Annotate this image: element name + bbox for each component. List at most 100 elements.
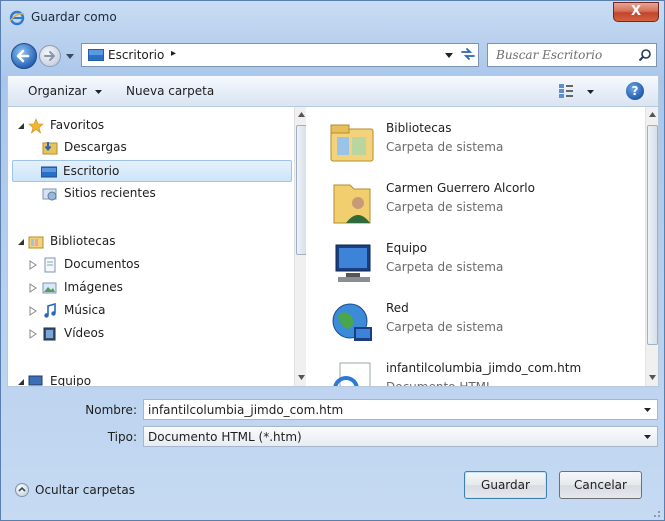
- address-location[interactable]: Escritorio: [108, 48, 164, 62]
- file-type-value[interactable]: Documento HTML (*.htm): [148, 430, 302, 444]
- back-button[interactable]: [11, 43, 37, 69]
- nav-scrollbar[interactable]: [294, 107, 306, 386]
- computer-icon: [335, 244, 371, 282]
- file-name: infantilcolumbia_jimdo_com.htm: [386, 361, 582, 375]
- organize-menu[interactable]: Organizar: [28, 84, 87, 98]
- file-name: Red: [386, 301, 409, 315]
- scroll-down-icon[interactable]: [298, 375, 305, 380]
- collapsed-triangle-icon[interactable]: [28, 283, 38, 293]
- nav-item-label: Descargas: [64, 140, 127, 154]
- list-item[interactable]: Red Carpeta de sistema: [322, 293, 642, 351]
- nav-item-music[interactable]: Música: [38, 300, 288, 322]
- nav-libraries[interactable]: Bibliotecas: [24, 231, 284, 253]
- desktop-icon: [41, 166, 57, 178]
- arrow-right-icon: [44, 51, 55, 61]
- chevron-down-icon[interactable]: [644, 435, 651, 439]
- file-name: Carmen Guerrero Alcorlo: [386, 181, 535, 195]
- list-item[interactable]: Carmen Guerrero Alcorlo Carpeta de siste…: [322, 173, 642, 231]
- new-folder-button[interactable]: Nueva carpeta: [126, 84, 214, 98]
- save-button[interactable]: Guardar: [464, 471, 547, 499]
- file-list: Bibliotecas Carpeta de sistema Carmen Gu…: [306, 107, 659, 387]
- command-toolbar: Organizar Nueva carpeta ?: [7, 75, 659, 107]
- nav-item-recent-places[interactable]: Sitios recientes: [38, 183, 288, 205]
- nav-item-label: Música: [64, 303, 106, 317]
- nav-item-downloads[interactable]: Descargas: [38, 137, 288, 159]
- star-icon: [28, 118, 44, 134]
- html-document-icon: [333, 362, 371, 386]
- nav-item-label: Vídeos: [64, 326, 105, 340]
- recent-places-icon: [42, 188, 57, 201]
- resize-grip-icon[interactable]: [649, 506, 661, 518]
- file-type: Carpeta de sistema: [386, 260, 504, 274]
- documents-icon: [44, 257, 56, 273]
- breadcrumb-separator[interactable]: ▸: [171, 48, 176, 59]
- nav-libraries-label: Bibliotecas: [50, 234, 116, 248]
- nav-favorites[interactable]: Favoritos: [24, 115, 284, 137]
- close-button[interactable]: X: [613, 2, 659, 22]
- collapsed-triangle-icon[interactable]: [28, 329, 38, 339]
- nav-item-videos[interactable]: Vídeos: [38, 323, 288, 345]
- caret-down-icon[interactable]: [95, 90, 102, 94]
- collapsed-triangle-icon[interactable]: [28, 260, 38, 270]
- arrow-left-icon: [16, 49, 30, 63]
- scroll-down-icon[interactable]: [649, 375, 656, 380]
- file-name: Bibliotecas: [386, 121, 452, 135]
- libraries-icon: [28, 236, 44, 249]
- type-label: Tipo:: [107, 430, 137, 444]
- save-as-dialog: Guardar como X Escritorio ▸ Buscar Escri…: [0, 0, 665, 521]
- ie-icon: [9, 10, 25, 26]
- chevron-down-icon[interactable]: [444, 52, 454, 60]
- file-type: Documento HTML: [386, 380, 493, 387]
- help-button[interactable]: ?: [626, 82, 644, 100]
- downloads-folder-icon: [42, 142, 58, 155]
- nav-item-desktop[interactable]: Escritorio: [12, 160, 292, 182]
- computer-icon: [28, 375, 43, 386]
- nav-item-label: Documentos: [64, 257, 140, 271]
- scroll-up-icon[interactable]: [298, 112, 305, 117]
- recent-pages-dropdown-icon[interactable]: [63, 51, 77, 63]
- title-bar[interactable]: Guardar como X: [1, 1, 664, 37]
- nav-favorites-label: Favoritos: [50, 118, 105, 132]
- nav-item-pictures[interactable]: Imágenes: [38, 277, 288, 299]
- nav-item-label: Imágenes: [64, 280, 123, 294]
- nav-computer[interactable]: Equipo: [24, 371, 284, 387]
- libraries-icon: [330, 124, 374, 162]
- nav-item-label: Escritorio: [63, 164, 120, 178]
- cancel-button[interactable]: Cancelar: [559, 471, 642, 499]
- hide-folders-label[interactable]: Ocultar carpetas: [35, 483, 135, 497]
- desktop-icon: [88, 49, 104, 61]
- filename-label: Nombre:: [85, 403, 137, 417]
- nav-item-label: Sitios recientes: [64, 186, 156, 200]
- music-icon: [44, 303, 56, 318]
- list-item[interactable]: Bibliotecas Carpeta de sistema: [322, 113, 642, 171]
- scroll-up-icon[interactable]: [649, 112, 656, 117]
- network-icon: [332, 303, 372, 341]
- address-bar[interactable]: Escritorio ▸: [81, 43, 479, 67]
- nav-computer-label: Equipo: [50, 374, 92, 387]
- scrollbar-thumb[interactable]: [296, 125, 306, 255]
- list-item[interactable]: infantilcolumbia_jimdo_com.htm Documento…: [322, 353, 642, 387]
- forward-button[interactable]: [39, 45, 61, 67]
- collapsed-triangle-icon[interactable]: [28, 306, 38, 316]
- chevron-down-icon[interactable]: [644, 408, 651, 412]
- file-type-select[interactable]: Documento HTML (*.htm): [143, 426, 658, 447]
- file-name: Equipo: [386, 241, 428, 255]
- nav-item-documents[interactable]: Documentos: [38, 254, 288, 276]
- window-title: Guardar como: [31, 10, 117, 24]
- refresh-icon[interactable]: [460, 46, 476, 62]
- videos-icon: [43, 327, 56, 341]
- navigation-pane: Favoritos Descargas Escritorio Sitios re…: [7, 107, 306, 387]
- filename-value[interactable]: infantilcolumbia_jimdo_com.htm: [148, 403, 343, 417]
- caret-down-icon[interactable]: [587, 90, 594, 94]
- search-input[interactable]: Buscar Escritorio: [487, 43, 657, 67]
- view-options-icon[interactable]: [559, 83, 573, 99]
- chevron-up-icon[interactable]: [15, 483, 29, 497]
- scrollbar-thumb[interactable]: [647, 125, 658, 345]
- search-icon[interactable]: [638, 48, 652, 62]
- filename-field[interactable]: infantilcolumbia_jimdo_com.htm: [143, 399, 658, 420]
- file-list-scrollbar[interactable]: [645, 107, 658, 386]
- search-placeholder: Buscar Escritorio: [496, 48, 603, 62]
- pictures-icon: [42, 282, 57, 294]
- file-type: Carpeta de sistema: [386, 140, 504, 154]
- list-item[interactable]: Equipo Carpeta de sistema: [322, 233, 642, 291]
